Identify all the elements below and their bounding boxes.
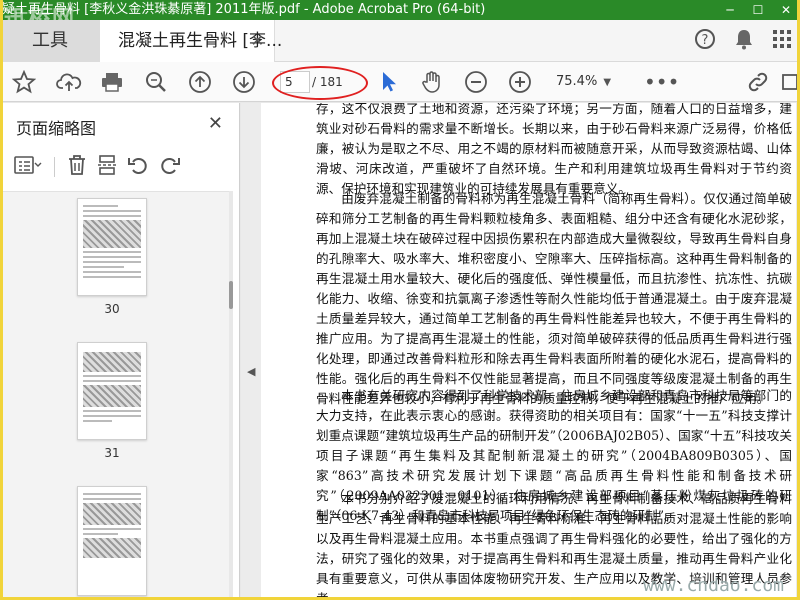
- bell-icon[interactable]: [734, 28, 754, 55]
- title-bar: 疑土再生骨料 [李秋义金洪珠綦原著] 2011年版.pdf - Adobe Ac…: [0, 0, 800, 20]
- zoom-level-select[interactable]: 75.4% ▼: [548, 71, 618, 93]
- options-menu-icon[interactable]: [14, 154, 42, 181]
- svg-text:?: ?: [702, 33, 709, 48]
- thumbnail-page-label: 31: [104, 446, 120, 460]
- document-scrollbar[interactable]: [796, 103, 800, 600]
- export-icon[interactable]: [782, 70, 798, 94]
- insert-page-icon[interactable]: [97, 154, 117, 181]
- document-view: 存，这不仅浪费了土地和资源，还污染了环境；另一方面，随着人口的日益增多，建筑业对…: [261, 103, 800, 600]
- tab-bar: 工具 混凝土再生骨料 [李... ✕ ?: [0, 20, 800, 62]
- tab-tools[interactable]: 工具: [0, 20, 100, 62]
- panel-title: 页面缩略图: [16, 119, 97, 138]
- tab-document[interactable]: 混凝土再生骨料 [李... ✕: [100, 20, 282, 62]
- close-panel-icon[interactable]: ✕: [208, 113, 223, 134]
- find-zoom-icon[interactable]: [144, 70, 168, 94]
- bookmark-star-icon[interactable]: [11, 69, 37, 94]
- page-thumbnail[interactable]: [77, 198, 147, 296]
- thumbnail-scrollbar[interactable]: [229, 191, 233, 600]
- window-controls: ─ ☐ ✕: [716, 0, 800, 20]
- zoom-out-icon[interactable]: [464, 70, 488, 94]
- tab-bar-icons: ?: [694, 20, 792, 62]
- panel-toolbar: [14, 153, 181, 181]
- zoom-level-value: 75.4%: [556, 74, 598, 89]
- minimize-icon[interactable]: ─: [716, 0, 744, 20]
- thumbnail-page-label: 30: [104, 302, 120, 316]
- main-toolbar: 5 / 181 75.4% ▼ •••: [0, 62, 800, 102]
- thumbnail-list: 30 31: [0, 191, 230, 600]
- document-paragraph: 由废弃混凝土制备的骨料称为再生混凝土骨料（简称再生骨料）。仅仅通过简单破碎和筛分…: [316, 191, 792, 406]
- previous-page-icon[interactable]: [188, 70, 212, 94]
- cloud-upload-icon[interactable]: [56, 70, 82, 94]
- help-icon[interactable]: ?: [694, 28, 716, 55]
- toolbar-separator: [54, 157, 55, 177]
- chevron-down-icon: ▼: [603, 77, 612, 88]
- more-tools-icon[interactable]: •••: [644, 70, 679, 94]
- apps-grid-icon[interactable]: [772, 29, 792, 54]
- page-thumbnail[interactable]: [77, 342, 147, 440]
- close-window-icon[interactable]: ✕: [772, 0, 800, 20]
- zoom-in-icon[interactable]: [508, 70, 532, 94]
- close-tab-icon[interactable]: ✕: [251, 20, 264, 62]
- next-page-icon[interactable]: [232, 70, 256, 94]
- print-icon[interactable]: [100, 70, 124, 94]
- watermark-logo: 迅桥网: [4, 7, 77, 21]
- page-thumbnail[interactable]: [77, 486, 147, 596]
- thumbnail-panel: 页面缩略图 ✕ 30 31: [0, 103, 240, 600]
- select-cursor-icon[interactable]: [378, 70, 398, 94]
- scrollbar-thumb[interactable]: [229, 281, 233, 309]
- panel-collapse-gutter[interactable]: ◀: [241, 103, 261, 600]
- delete-page-icon[interactable]: [67, 154, 87, 181]
- rotate-right-icon[interactable]: [159, 154, 181, 181]
- document-paragraph: 存，这不仅浪费了土地和资源，还污染了环境；另一方面，随着人口的日益增多，建筑业对…: [316, 103, 792, 196]
- collapse-arrow-icon[interactable]: ◀: [247, 365, 255, 378]
- watermark-text: www.cndao.com: [643, 575, 784, 596]
- rotate-left-icon[interactable]: [127, 154, 149, 181]
- share-link-icon[interactable]: [746, 70, 770, 94]
- hand-tool-icon[interactable]: [420, 70, 444, 94]
- red-highlight-circle: [272, 66, 368, 100]
- maximize-icon[interactable]: ☐: [744, 0, 772, 20]
